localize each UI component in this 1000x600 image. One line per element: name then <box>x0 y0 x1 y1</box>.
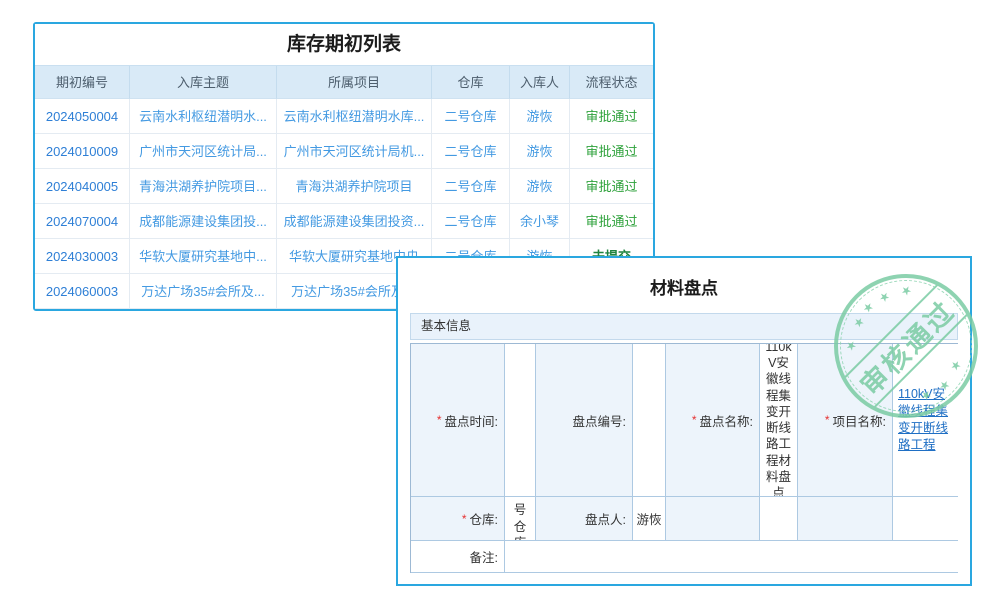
form-table: * 盘点时间: 盘点编号: * 盘点名称: 110kV安徽线程集变开断线路工程材… <box>410 343 958 573</box>
checker-value: 游恢 <box>633 497 666 541</box>
table-row[interactable]: 2024010009 广州市天河区统计局... 广州市天河区统计局机... 二号… <box>35 134 653 169</box>
table-row[interactable]: 2024070004 成都能源建设集团投... 成都能源建设集团投资... 二号… <box>35 204 653 239</box>
project-name-label: * 项目名称: <box>798 344 893 497</box>
row-id-link[interactable]: 2024010009 <box>35 134 130 169</box>
remark-label: 备注: <box>411 541 505 573</box>
row-subject: 云南水利枢纽潜明水... <box>130 99 277 134</box>
row-subject: 万达广场35#会所及... <box>130 274 277 309</box>
row-warehouse: 二号仓库 <box>432 134 510 169</box>
check-name-label: * 盘点名称: <box>666 344 760 497</box>
required-mark: * <box>462 512 467 526</box>
section-header-basic-info: 基本信息 <box>410 313 958 340</box>
row-person: 游恢 <box>510 134 570 169</box>
row-warehouse: 二号仓库 <box>432 169 510 204</box>
row-id-link[interactable]: 2024030003 <box>35 239 130 274</box>
row-person: 余小琴 <box>510 204 570 239</box>
empty-value-cell <box>893 497 958 541</box>
row-project: 青海洪湖养护院项目 <box>277 169 432 204</box>
empty-label-cell <box>666 497 760 541</box>
warehouse-label: * 仓库: <box>411 497 505 541</box>
form-title: 材料盘点 <box>398 274 970 299</box>
checker-label: 盘点人: <box>536 497 633 541</box>
row-project: 广州市天河区统计局机... <box>277 134 432 169</box>
check-no-value[interactable] <box>633 344 666 497</box>
check-name-value: 110kV安徽线程集变开断线路工程材料盘点 <box>760 344 798 497</box>
row-project: 云南水利枢纽潜明水库... <box>277 99 432 134</box>
row-id-link[interactable]: 2024050004 <box>35 99 130 134</box>
row-id-link[interactable]: 2024040005 <box>35 169 130 204</box>
row-warehouse: 二号仓库 <box>432 204 510 239</box>
warehouse-value: 一号仓库 <box>505 497 536 541</box>
row-warehouse: 二号仓库 <box>432 99 510 134</box>
column-header-status: 流程状态 <box>570 66 653 99</box>
form-row-remark: 备注: <box>411 541 957 573</box>
row-project: 成都能源建设集团投资... <box>277 204 432 239</box>
row-status: 审批通过 <box>570 169 653 204</box>
table-row[interactable]: 2024050004 云南水利枢纽潜明水... 云南水利枢纽潜明水库... 二号… <box>35 99 653 134</box>
row-status: 审批通过 <box>570 99 653 134</box>
column-header-warehouse: 仓库 <box>432 66 510 99</box>
check-no-label: 盘点编号: <box>536 344 633 497</box>
form-row-1: * 盘点时间: 盘点编号: * 盘点名称: 110kV安徽线程集变开断线路工程材… <box>411 344 957 497</box>
column-header-person: 入库人 <box>510 66 570 99</box>
row-id-link[interactable]: 2024070004 <box>35 204 130 239</box>
form-row-2: * 仓库: 一号仓库 盘点人: 游恢 <box>411 497 957 541</box>
check-time-label: * 盘点时间: <box>411 344 505 497</box>
empty-value-cell <box>760 497 798 541</box>
page: 库存期初列表 期初编号 入库主题 所属项目 仓库 入库人 流程状态 202405… <box>0 0 1000 600</box>
check-time-value[interactable] <box>505 344 536 497</box>
row-status: 审批通过 <box>570 204 653 239</box>
row-person: 游恢 <box>510 169 570 204</box>
required-mark: * <box>437 413 442 427</box>
row-subject: 广州市天河区统计局... <box>130 134 277 169</box>
remark-value[interactable] <box>505 541 958 573</box>
project-name-value: 110kV安徽线程集变开断线路工程 <box>893 344 958 497</box>
column-header-id: 期初编号 <box>35 66 130 99</box>
row-id-link[interactable]: 2024060003 <box>35 274 130 309</box>
row-subject: 华软大厦研究基地中... <box>130 239 277 274</box>
row-person: 游恢 <box>510 99 570 134</box>
row-subject: 成都能源建设集团投... <box>130 204 277 239</box>
list-panel-title: 库存期初列表 <box>35 24 653 65</box>
required-mark: * <box>825 413 830 427</box>
project-link[interactable]: 110kV安徽线程集变开断线路工程 <box>898 386 953 454</box>
table-row[interactable]: 2024040005 青海洪湖养护院项目... 青海洪湖养护院项目 二号仓库 游… <box>35 169 653 204</box>
column-header-project: 所属项目 <box>277 66 432 99</box>
table-header-row: 期初编号 入库主题 所属项目 仓库 入库人 流程状态 <box>35 66 653 99</box>
required-mark: * <box>692 413 697 427</box>
column-header-subject: 入库主题 <box>130 66 277 99</box>
empty-label-cell <box>798 497 893 541</box>
row-subject: 青海洪湖养护院项目... <box>130 169 277 204</box>
material-check-form-panel: 材料盘点 基本信息 * 盘点时间: 盘点编号: * 盘点名称: 110kV安徽线… <box>396 256 972 586</box>
row-status: 审批通过 <box>570 134 653 169</box>
